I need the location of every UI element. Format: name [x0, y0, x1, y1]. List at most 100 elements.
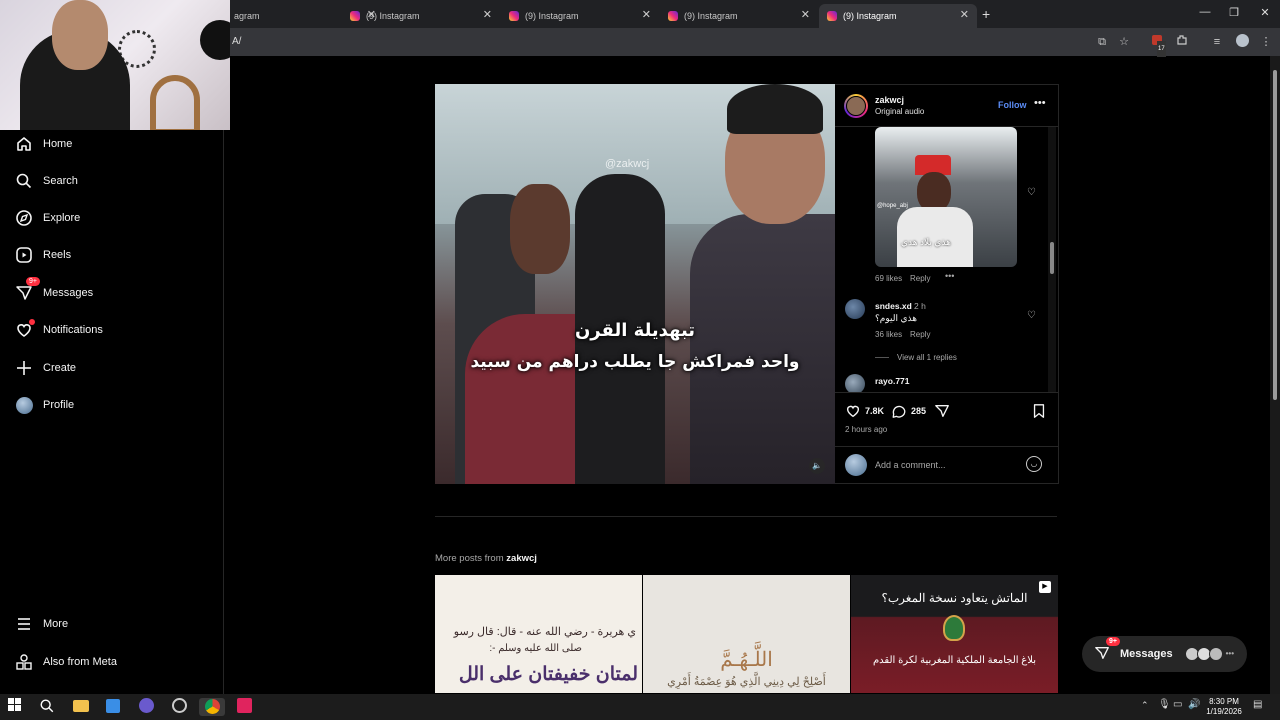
comment-options-icon[interactable]: •••: [945, 271, 954, 281]
commenter-avatar[interactable]: [845, 299, 865, 319]
windows-start-icon[interactable]: [8, 698, 26, 716]
reel-icon: ▶: [1039, 581, 1051, 593]
comment-icon[interactable]: [891, 403, 907, 424]
mute-icon[interactable]: 🔈: [809, 458, 825, 474]
comments-count[interactable]: 285: [911, 406, 926, 416]
tab-title: (9) Instagram: [525, 11, 579, 21]
like-comment-heart-icon[interactable]: ♡: [1027, 187, 1036, 198]
browser-tab[interactable]: (9) Instagram ✕: [342, 4, 500, 28]
bookmark-star-icon[interactable]: ☆: [1116, 34, 1132, 50]
tray-chevron-icon[interactable]: ⌃: [1141, 700, 1149, 711]
video-caption-line2: واحد فمراكش جا يطلب دراهم من سبيد: [470, 352, 800, 372]
messages-badge: 9+: [1106, 636, 1120, 646]
instagram-favicon-icon: [668, 11, 678, 21]
sidebar-item-create[interactable]: Create: [14, 356, 76, 380]
like-heart-icon[interactable]: [845, 403, 861, 424]
comment-scrollbar[interactable]: [1048, 127, 1056, 392]
post-thumbnail[interactable]: اللَّـهُـمَّ أَصْلِحْ لِي دِينِي الَّذِي…: [643, 575, 850, 693]
reply-button[interactable]: Reply: [910, 330, 930, 339]
close-tab-icon[interactable]: ✕: [642, 8, 651, 21]
volume-icon[interactable]: 🔊: [1188, 699, 1200, 710]
clock-time[interactable]: 8:30 PM: [1206, 697, 1242, 706]
minimize-icon[interactable]: —: [1195, 6, 1215, 18]
sidebar-item-explore[interactable]: Explore: [14, 206, 80, 230]
messages-floating-button[interactable]: 9+ Messages •••: [1082, 636, 1247, 672]
thumb-text: أَصْلِحْ لِي دِينِي الَّذِي هُوَ عِصْمَة…: [667, 676, 826, 688]
sidebar-item-label: Explore: [43, 212, 81, 224]
app-icon[interactable]: [172, 698, 190, 716]
clock-date[interactable]: 1/19/2026: [1204, 707, 1244, 716]
more-options-icon[interactable]: •••: [1034, 97, 1046, 109]
post-video[interactable]: @zakwcj تبهديلة القرن واحد فمراكش جا يطل…: [435, 84, 835, 484]
sidebar-item-label: Notifications: [43, 324, 103, 336]
microphone-icon[interactable]: 🎙: [1158, 699, 1171, 710]
media-control-icon[interactable]: ≡: [1209, 34, 1225, 50]
comment-likes[interactable]: 69 likes: [875, 274, 902, 283]
likes-count[interactable]: 7.8K: [865, 406, 884, 416]
close-tab-icon[interactable]: ✕: [960, 8, 969, 21]
close-tab-icon[interactable]: ✕: [801, 8, 810, 21]
sidebar-item-reels[interactable]: Reels: [14, 243, 71, 267]
browser-menu-icon[interactable]: ⋮: [1258, 34, 1274, 50]
browser-tab[interactable]: (9) Instagram ✕: [660, 4, 818, 28]
sidebar-item-label: Also from Meta: [43, 656, 117, 668]
sidebar-item-label: Reels: [43, 249, 72, 261]
store-icon[interactable]: [106, 698, 124, 716]
avatar: [14, 395, 34, 415]
sidebar-item-profile[interactable]: Profile: [14, 393, 74, 417]
author-avatar[interactable]: [844, 94, 868, 118]
author-username[interactable]: zakwcj: [875, 95, 904, 105]
follow-button[interactable]: Follow: [998, 100, 1027, 110]
notification-center-icon[interactable]: ▤: [1253, 699, 1262, 710]
search-icon: [14, 171, 34, 191]
new-tab-button[interactable]: +: [982, 6, 990, 22]
extension-badge: 17: [1157, 41, 1166, 57]
sidebar-item-search[interactable]: Search: [14, 169, 78, 193]
browser-tab-active[interactable]: (9) Instagram ✕: [819, 4, 977, 28]
network-icon[interactable]: ▭: [1173, 699, 1182, 710]
post-thumbnail[interactable]: الماتش يتعاود نسخة المغرب؟ ▶ بلاغ الجامع…: [851, 575, 1058, 693]
app-icon[interactable]: [237, 698, 255, 716]
more-posts-user[interactable]: zakwcj: [506, 553, 537, 564]
comment-likes[interactable]: 36 likes: [875, 330, 902, 339]
app-icon[interactable]: [139, 698, 157, 716]
like-comment-heart-icon[interactable]: ♡: [1027, 310, 1036, 321]
comment-username[interactable]: sndes.xd: [875, 301, 912, 311]
divider: [835, 446, 1059, 447]
beanie: [727, 84, 823, 134]
save-bookmark-icon[interactable]: [1032, 403, 1046, 424]
chrome-taskbar-icon[interactable]: [199, 698, 225, 716]
browser-tab[interactable]: (9) Instagram ✕: [501, 4, 659, 28]
person-face: [52, 0, 108, 70]
emoji-icon[interactable]: ◡: [1026, 456, 1042, 472]
share-icon[interactable]: [934, 403, 950, 424]
page-scrollbar[interactable]: [1270, 56, 1280, 694]
gif-tag: @hope_abj: [877, 203, 908, 209]
original-audio-link[interactable]: Original audio: [875, 107, 924, 116]
add-comment-input[interactable]: Add a comment...: [875, 460, 946, 470]
post-thumbnail[interactable]: ي هريرة - رضي الله عنه - قال: قال رسو صل…: [435, 575, 642, 693]
close-window-icon[interactable]: ✕: [1255, 6, 1275, 19]
sidebar-item-notifications[interactable]: Notifications: [14, 318, 103, 342]
taskbar-search-icon[interactable]: [39, 698, 57, 716]
extension-icon[interactable]: 17: [1149, 34, 1166, 57]
view-replies-button[interactable]: View all 1 replies: [897, 353, 957, 362]
commenter-avatar[interactable]: [845, 374, 865, 392]
thumb-text: صلى الله عليه وسلم -:: [489, 643, 582, 654]
sidebar-item-messages[interactable]: 9+ Messages: [14, 277, 93, 305]
file-explorer-icon[interactable]: [73, 698, 91, 716]
profile-avatar-icon[interactable]: [1234, 34, 1250, 50]
url-field[interactable]: A/: [232, 36, 241, 47]
sidebar-item-home[interactable]: Home: [14, 132, 72, 156]
reply-button[interactable]: Reply: [910, 274, 930, 283]
sidebar-item-also-from-meta[interactable]: Also from Meta: [14, 650, 117, 674]
close-tab-icon[interactable]: ✕: [483, 8, 492, 21]
restore-icon[interactable]: ❐: [1224, 6, 1244, 19]
sidebar-item-label: Home: [43, 138, 73, 150]
sidebar-item-more[interactable]: More: [14, 612, 68, 636]
install-app-icon[interactable]: ⧉: [1094, 34, 1110, 50]
extensions-puzzle-icon[interactable]: [1174, 34, 1190, 50]
gif-face: [917, 172, 951, 212]
comment-gif-image[interactable]: @hope_abj هذي بلاد هدي: [875, 127, 1017, 267]
comment-username[interactable]: rayo.771: [875, 376, 910, 386]
